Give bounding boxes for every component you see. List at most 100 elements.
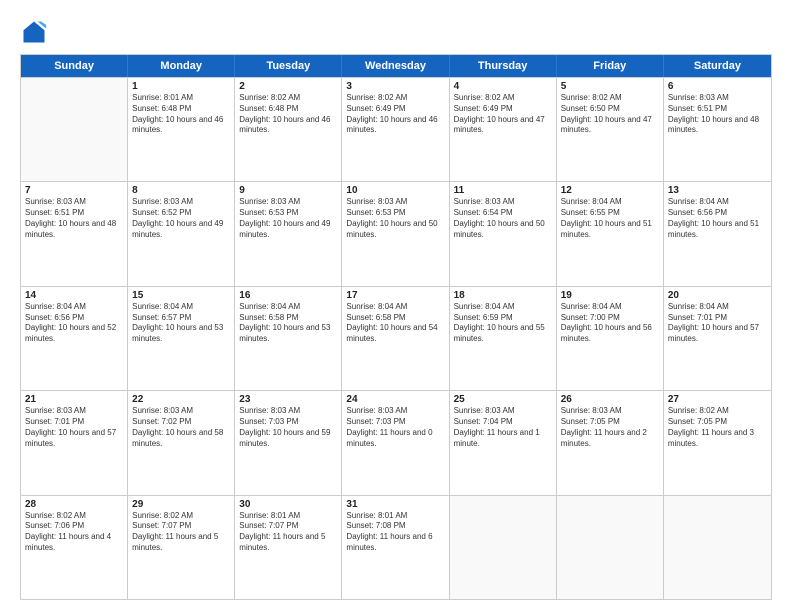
day-info: Sunrise: 8:03 AMSunset: 7:05 PMDaylight:… bbox=[561, 406, 659, 449]
day-number: 10 bbox=[346, 185, 444, 196]
day-cell-9: 9Sunrise: 8:03 AMSunset: 6:53 PMDaylight… bbox=[235, 182, 342, 285]
day-info: Sunrise: 8:04 AMSunset: 6:56 PMDaylight:… bbox=[25, 302, 123, 345]
day-cell-empty bbox=[21, 78, 128, 181]
day-number: 24 bbox=[346, 394, 444, 405]
day-cell-13: 13Sunrise: 8:04 AMSunset: 6:56 PMDayligh… bbox=[664, 182, 771, 285]
day-number: 21 bbox=[25, 394, 123, 405]
day-number: 22 bbox=[132, 394, 230, 405]
day-info: Sunrise: 8:04 AMSunset: 6:58 PMDaylight:… bbox=[346, 302, 444, 345]
logo bbox=[20, 18, 52, 46]
day-cell-30: 30Sunrise: 8:01 AMSunset: 7:07 PMDayligh… bbox=[235, 496, 342, 599]
day-info: Sunrise: 8:03 AMSunset: 7:03 PMDaylight:… bbox=[239, 406, 337, 449]
day-info: Sunrise: 8:04 AMSunset: 7:00 PMDaylight:… bbox=[561, 302, 659, 345]
day-number: 20 bbox=[668, 290, 767, 301]
day-cell-28: 28Sunrise: 8:02 AMSunset: 7:06 PMDayligh… bbox=[21, 496, 128, 599]
day-info: Sunrise: 8:02 AMSunset: 6:48 PMDaylight:… bbox=[239, 93, 337, 136]
day-cell-24: 24Sunrise: 8:03 AMSunset: 7:03 PMDayligh… bbox=[342, 391, 449, 494]
header-day-wednesday: Wednesday bbox=[342, 55, 449, 77]
calendar-header: SundayMondayTuesdayWednesdayThursdayFrid… bbox=[21, 55, 771, 77]
day-number: 4 bbox=[454, 81, 552, 92]
day-cell-empty bbox=[557, 496, 664, 599]
day-number: 17 bbox=[346, 290, 444, 301]
day-info: Sunrise: 8:03 AMSunset: 6:51 PMDaylight:… bbox=[668, 93, 767, 136]
day-cell-17: 17Sunrise: 8:04 AMSunset: 6:58 PMDayligh… bbox=[342, 287, 449, 390]
day-info: Sunrise: 8:02 AMSunset: 7:05 PMDaylight:… bbox=[668, 406, 767, 449]
day-number: 25 bbox=[454, 394, 552, 405]
day-cell-22: 22Sunrise: 8:03 AMSunset: 7:02 PMDayligh… bbox=[128, 391, 235, 494]
day-cell-29: 29Sunrise: 8:02 AMSunset: 7:07 PMDayligh… bbox=[128, 496, 235, 599]
header-day-thursday: Thursday bbox=[450, 55, 557, 77]
day-number: 30 bbox=[239, 499, 337, 510]
calendar-body: 1Sunrise: 8:01 AMSunset: 6:48 PMDaylight… bbox=[21, 77, 771, 599]
day-cell-18: 18Sunrise: 8:04 AMSunset: 6:59 PMDayligh… bbox=[450, 287, 557, 390]
day-info: Sunrise: 8:01 AMSunset: 7:08 PMDaylight:… bbox=[346, 511, 444, 554]
day-number: 9 bbox=[239, 185, 337, 196]
day-info: Sunrise: 8:04 AMSunset: 6:58 PMDaylight:… bbox=[239, 302, 337, 345]
day-number: 3 bbox=[346, 81, 444, 92]
day-info: Sunrise: 8:03 AMSunset: 7:02 PMDaylight:… bbox=[132, 406, 230, 449]
day-cell-14: 14Sunrise: 8:04 AMSunset: 6:56 PMDayligh… bbox=[21, 287, 128, 390]
day-info: Sunrise: 8:04 AMSunset: 6:56 PMDaylight:… bbox=[668, 197, 767, 240]
day-number: 11 bbox=[454, 185, 552, 196]
header-day-saturday: Saturday bbox=[664, 55, 771, 77]
day-info: Sunrise: 8:01 AMSunset: 7:07 PMDaylight:… bbox=[239, 511, 337, 554]
day-number: 14 bbox=[25, 290, 123, 301]
day-info: Sunrise: 8:02 AMSunset: 6:50 PMDaylight:… bbox=[561, 93, 659, 136]
day-number: 27 bbox=[668, 394, 767, 405]
day-cell-20: 20Sunrise: 8:04 AMSunset: 7:01 PMDayligh… bbox=[664, 287, 771, 390]
day-cell-16: 16Sunrise: 8:04 AMSunset: 6:58 PMDayligh… bbox=[235, 287, 342, 390]
day-cell-6: 6Sunrise: 8:03 AMSunset: 6:51 PMDaylight… bbox=[664, 78, 771, 181]
day-number: 7 bbox=[25, 185, 123, 196]
day-info: Sunrise: 8:03 AMSunset: 7:01 PMDaylight:… bbox=[25, 406, 123, 449]
day-info: Sunrise: 8:02 AMSunset: 7:06 PMDaylight:… bbox=[25, 511, 123, 554]
day-cell-10: 10Sunrise: 8:03 AMSunset: 6:53 PMDayligh… bbox=[342, 182, 449, 285]
day-number: 18 bbox=[454, 290, 552, 301]
day-number: 23 bbox=[239, 394, 337, 405]
day-cell-empty bbox=[450, 496, 557, 599]
day-cell-8: 8Sunrise: 8:03 AMSunset: 6:52 PMDaylight… bbox=[128, 182, 235, 285]
day-number: 12 bbox=[561, 185, 659, 196]
day-number: 26 bbox=[561, 394, 659, 405]
day-info: Sunrise: 8:03 AMSunset: 7:04 PMDaylight:… bbox=[454, 406, 552, 449]
day-cell-11: 11Sunrise: 8:03 AMSunset: 6:54 PMDayligh… bbox=[450, 182, 557, 285]
day-number: 15 bbox=[132, 290, 230, 301]
day-cell-7: 7Sunrise: 8:03 AMSunset: 6:51 PMDaylight… bbox=[21, 182, 128, 285]
day-cell-19: 19Sunrise: 8:04 AMSunset: 7:00 PMDayligh… bbox=[557, 287, 664, 390]
calendar-row-2: 7Sunrise: 8:03 AMSunset: 6:51 PMDaylight… bbox=[21, 181, 771, 285]
day-number: 13 bbox=[668, 185, 767, 196]
day-number: 29 bbox=[132, 499, 230, 510]
day-info: Sunrise: 8:03 AMSunset: 6:52 PMDaylight:… bbox=[132, 197, 230, 240]
day-number: 19 bbox=[561, 290, 659, 301]
day-cell-21: 21Sunrise: 8:03 AMSunset: 7:01 PMDayligh… bbox=[21, 391, 128, 494]
day-cell-1: 1Sunrise: 8:01 AMSunset: 6:48 PMDaylight… bbox=[128, 78, 235, 181]
header-day-monday: Monday bbox=[128, 55, 235, 77]
day-cell-2: 2Sunrise: 8:02 AMSunset: 6:48 PMDaylight… bbox=[235, 78, 342, 181]
day-cell-5: 5Sunrise: 8:02 AMSunset: 6:50 PMDaylight… bbox=[557, 78, 664, 181]
day-cell-23: 23Sunrise: 8:03 AMSunset: 7:03 PMDayligh… bbox=[235, 391, 342, 494]
day-info: Sunrise: 8:04 AMSunset: 6:59 PMDaylight:… bbox=[454, 302, 552, 345]
day-cell-15: 15Sunrise: 8:04 AMSunset: 6:57 PMDayligh… bbox=[128, 287, 235, 390]
header-day-sunday: Sunday bbox=[21, 55, 128, 77]
day-cell-31: 31Sunrise: 8:01 AMSunset: 7:08 PMDayligh… bbox=[342, 496, 449, 599]
day-info: Sunrise: 8:04 AMSunset: 6:57 PMDaylight:… bbox=[132, 302, 230, 345]
day-number: 6 bbox=[668, 81, 767, 92]
day-number: 28 bbox=[25, 499, 123, 510]
day-info: Sunrise: 8:04 AMSunset: 6:55 PMDaylight:… bbox=[561, 197, 659, 240]
day-info: Sunrise: 8:03 AMSunset: 7:03 PMDaylight:… bbox=[346, 406, 444, 449]
day-info: Sunrise: 8:01 AMSunset: 6:48 PMDaylight:… bbox=[132, 93, 230, 136]
day-info: Sunrise: 8:02 AMSunset: 7:07 PMDaylight:… bbox=[132, 511, 230, 554]
header-day-friday: Friday bbox=[557, 55, 664, 77]
day-cell-empty bbox=[664, 496, 771, 599]
day-info: Sunrise: 8:03 AMSunset: 6:54 PMDaylight:… bbox=[454, 197, 552, 240]
calendar-row-1: 1Sunrise: 8:01 AMSunset: 6:48 PMDaylight… bbox=[21, 77, 771, 181]
day-cell-25: 25Sunrise: 8:03 AMSunset: 7:04 PMDayligh… bbox=[450, 391, 557, 494]
day-info: Sunrise: 8:02 AMSunset: 6:49 PMDaylight:… bbox=[346, 93, 444, 136]
calendar-row-3: 14Sunrise: 8:04 AMSunset: 6:56 PMDayligh… bbox=[21, 286, 771, 390]
day-number: 2 bbox=[239, 81, 337, 92]
header-day-tuesday: Tuesday bbox=[235, 55, 342, 77]
day-info: Sunrise: 8:03 AMSunset: 6:51 PMDaylight:… bbox=[25, 197, 123, 240]
day-number: 16 bbox=[239, 290, 337, 301]
day-cell-4: 4Sunrise: 8:02 AMSunset: 6:49 PMDaylight… bbox=[450, 78, 557, 181]
day-cell-12: 12Sunrise: 8:04 AMSunset: 6:55 PMDayligh… bbox=[557, 182, 664, 285]
page-header bbox=[20, 18, 772, 46]
